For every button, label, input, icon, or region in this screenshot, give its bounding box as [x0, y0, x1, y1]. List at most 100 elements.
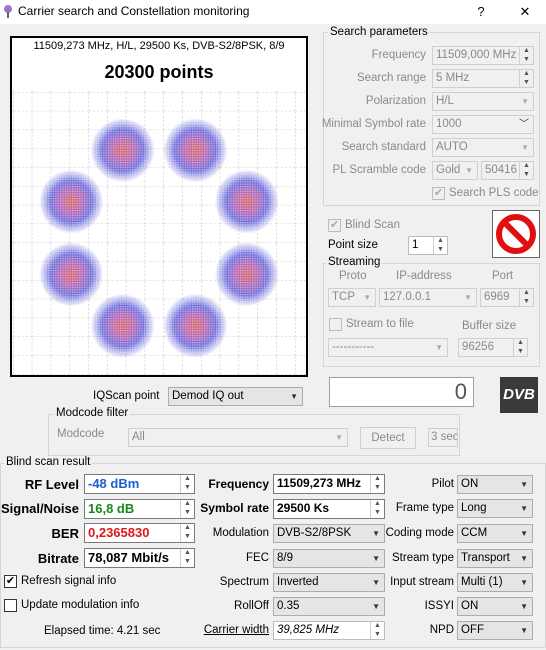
carrier-width-input[interactable]: 39,825 MHz ▲ ▼ — [273, 621, 385, 640]
modulation-select[interactable]: DVB-S2/8PSK ▼ — [273, 524, 385, 543]
constellation-plot — [12, 90, 306, 375]
ber-value: 0,2365830 ▲ ▼ — [84, 523, 195, 543]
points-count: 20300 points — [104, 62, 214, 82]
constellation-cluster-texture — [43, 246, 100, 303]
result-symbol-rate-label: Symbol rate — [200, 501, 269, 515]
polarization-label: Polarization — [365, 95, 426, 107]
modcode-label: Modcode — [57, 428, 105, 440]
streaming-title: Streaming — [326, 256, 383, 268]
constellation-cluster-texture — [218, 173, 275, 230]
pl-scramble-code-input[interactable]: 50416 ▲ ▼ — [481, 161, 534, 180]
spectrum-label: Spectrum — [219, 576, 269, 588]
search-range-label: Search range — [356, 72, 426, 84]
stop-icon — [496, 214, 536, 254]
pilot-label: Pilot — [431, 478, 454, 490]
input-stream-select[interactable]: Multi (1) ▼ — [457, 573, 533, 592]
constellation-cluster-texture — [167, 297, 224, 354]
help-button[interactable]: ? — [466, 2, 496, 22]
rolloff-label: RollOff — [234, 600, 269, 612]
detect-button[interactable]: Detect — [360, 427, 416, 449]
port-label: Port — [492, 270, 514, 282]
pl-scramble-label: PL Scramble code — [332, 164, 426, 176]
frequency-label: Frequency — [371, 49, 426, 61]
rf-level-value: -48 dBm ▲ ▼ — [84, 474, 195, 494]
title-bar: Carrier search and Constellation monitor… — [0, 0, 546, 24]
app-icon — [4, 5, 12, 18]
input-stream-label: Input stream — [390, 576, 454, 588]
frequency-input[interactable]: 11509,000 MHz ▲ ▼ — [432, 46, 534, 65]
iqscan-label: IQScan point — [93, 390, 160, 402]
constellation-cluster-texture — [43, 173, 100, 230]
bitrate-label: Bitrate — [37, 551, 79, 566]
bitrate-value: 78,087 Mbit/s ▲ ▼ — [84, 548, 195, 568]
blind-scan-label: Blind Scan — [345, 219, 400, 231]
port-input[interactable]: 6969 ▲ ▼ — [480, 288, 534, 307]
pilot-select[interactable]: ON ▼ — [457, 475, 533, 494]
search-parameters-title: Search parameters — [328, 26, 430, 38]
ip-address-label: IP-address — [396, 270, 452, 282]
search-standard-select[interactable]: AUTO ▼ — [432, 138, 534, 157]
refresh-signal-checkbox[interactable]: ✔ — [4, 575, 17, 588]
constellation-cluster-texture — [94, 122, 151, 179]
result-frequency-label: Frequency — [208, 477, 269, 491]
blind-scan-result-title: Blind scan result — [4, 456, 93, 468]
issyi-label: ISSYI — [424, 600, 454, 612]
stream-file-select[interactable]: ----------- ▼ — [328, 338, 448, 357]
buffer-size-input[interactable]: 96256 ▲ ▼ — [458, 338, 528, 357]
counter-display: 0 — [329, 377, 474, 407]
minimal-symbol-rate-select[interactable]: 1000 ﹀ — [432, 115, 534, 134]
iqscan-select[interactable]: Demod IQ out ▼ — [168, 387, 303, 406]
detect-time-input[interactable]: 3 sec — [428, 428, 458, 447]
search-pls-checkbox[interactable]: ✔ — [432, 187, 445, 200]
frame-type-select[interactable]: Long ▼ — [457, 499, 533, 518]
point-size-label: Point size — [328, 239, 378, 251]
rolloff-select[interactable]: 0.35 ▼ — [273, 597, 385, 616]
refresh-signal-label: Refresh signal info — [21, 575, 117, 587]
polarization-select[interactable]: H/L ▼ — [432, 92, 534, 111]
elapsed-time: Elapsed time: 4.21 sec — [44, 625, 161, 637]
point-size-input[interactable]: 1 ▲ ▼ — [408, 236, 448, 255]
npd-label: NPD — [429, 624, 454, 636]
constellation-cluster-texture — [218, 246, 275, 303]
window-title: Carrier search and Constellation monitor… — [18, 4, 250, 18]
result-frequency-value: 11509,273 MHz ▲ ▼ — [273, 474, 385, 494]
close-icon[interactable]: ✕ — [510, 2, 540, 22]
stream-to-file-checkbox[interactable] — [329, 318, 342, 331]
buffer-size-label: Buffer size — [462, 320, 517, 332]
fec-label: FEC — [246, 552, 269, 564]
minimal-symbol-rate-label: Minimal Symbol rate — [321, 118, 426, 130]
modcode-select[interactable]: All ▼ — [128, 428, 348, 447]
signal-noise-label: Signal/Noise — [0, 501, 79, 516]
npd-select[interactable]: OFF ▼ — [457, 621, 533, 640]
carrier-info: 11509,273 MHz, H/L, 29500 Ks, DVB-S2/8PS… — [33, 40, 285, 52]
pl-scramble-type-select[interactable]: Gold ▼ — [432, 161, 478, 180]
search-pls-label: Search PLS code — [449, 187, 539, 199]
proto-label: Proto — [339, 270, 367, 282]
modulation-label: Modulation — [212, 527, 269, 539]
stop-button[interactable] — [492, 210, 540, 258]
frame-type-label: Frame type — [395, 502, 454, 514]
ip-address-select[interactable]: 127.0.0.1 ▼ — [379, 288, 477, 307]
spectrum-select[interactable]: Inverted ▼ — [273, 573, 385, 592]
issyi-select[interactable]: ON ▼ — [457, 597, 533, 616]
ber-label: BER — [51, 526, 79, 541]
constellation-panel: 11509,273 MHz, H/L, 29500 Ks, DVB-S2/8PS… — [10, 36, 308, 377]
fec-select[interactable]: 8/9 ▼ — [273, 549, 385, 568]
coding-mode-select[interactable]: CCM ▼ — [457, 524, 533, 543]
search-standard-label: Search standard — [341, 141, 426, 153]
constellation-cluster-texture — [94, 297, 151, 354]
constellation-cluster-texture — [167, 122, 224, 179]
blind-scan-checkbox[interactable]: ✔ — [328, 219, 341, 232]
search-range-input[interactable]: 5 MHz ▲ ▼ — [432, 69, 534, 88]
proto-select[interactable]: TCP ▼ — [328, 288, 376, 307]
stream-type-label: Stream type — [392, 552, 454, 564]
update-modulation-label: Update modulation info — [21, 599, 140, 611]
stream-type-select[interactable]: Transport ▼ — [457, 549, 533, 568]
update-modulation-checkbox[interactable] — [4, 599, 17, 612]
dvb-logo: DVB — [500, 377, 538, 413]
coding-mode-label: Coding mode — [385, 527, 454, 539]
signal-noise-value: 16,8 dB ▲ ▼ — [84, 499, 195, 519]
rf-level-label: RF Level — [24, 477, 79, 492]
stream-to-file-label: Stream to file — [346, 318, 414, 330]
carrier-width-label[interactable]: Carrier width — [204, 624, 269, 636]
